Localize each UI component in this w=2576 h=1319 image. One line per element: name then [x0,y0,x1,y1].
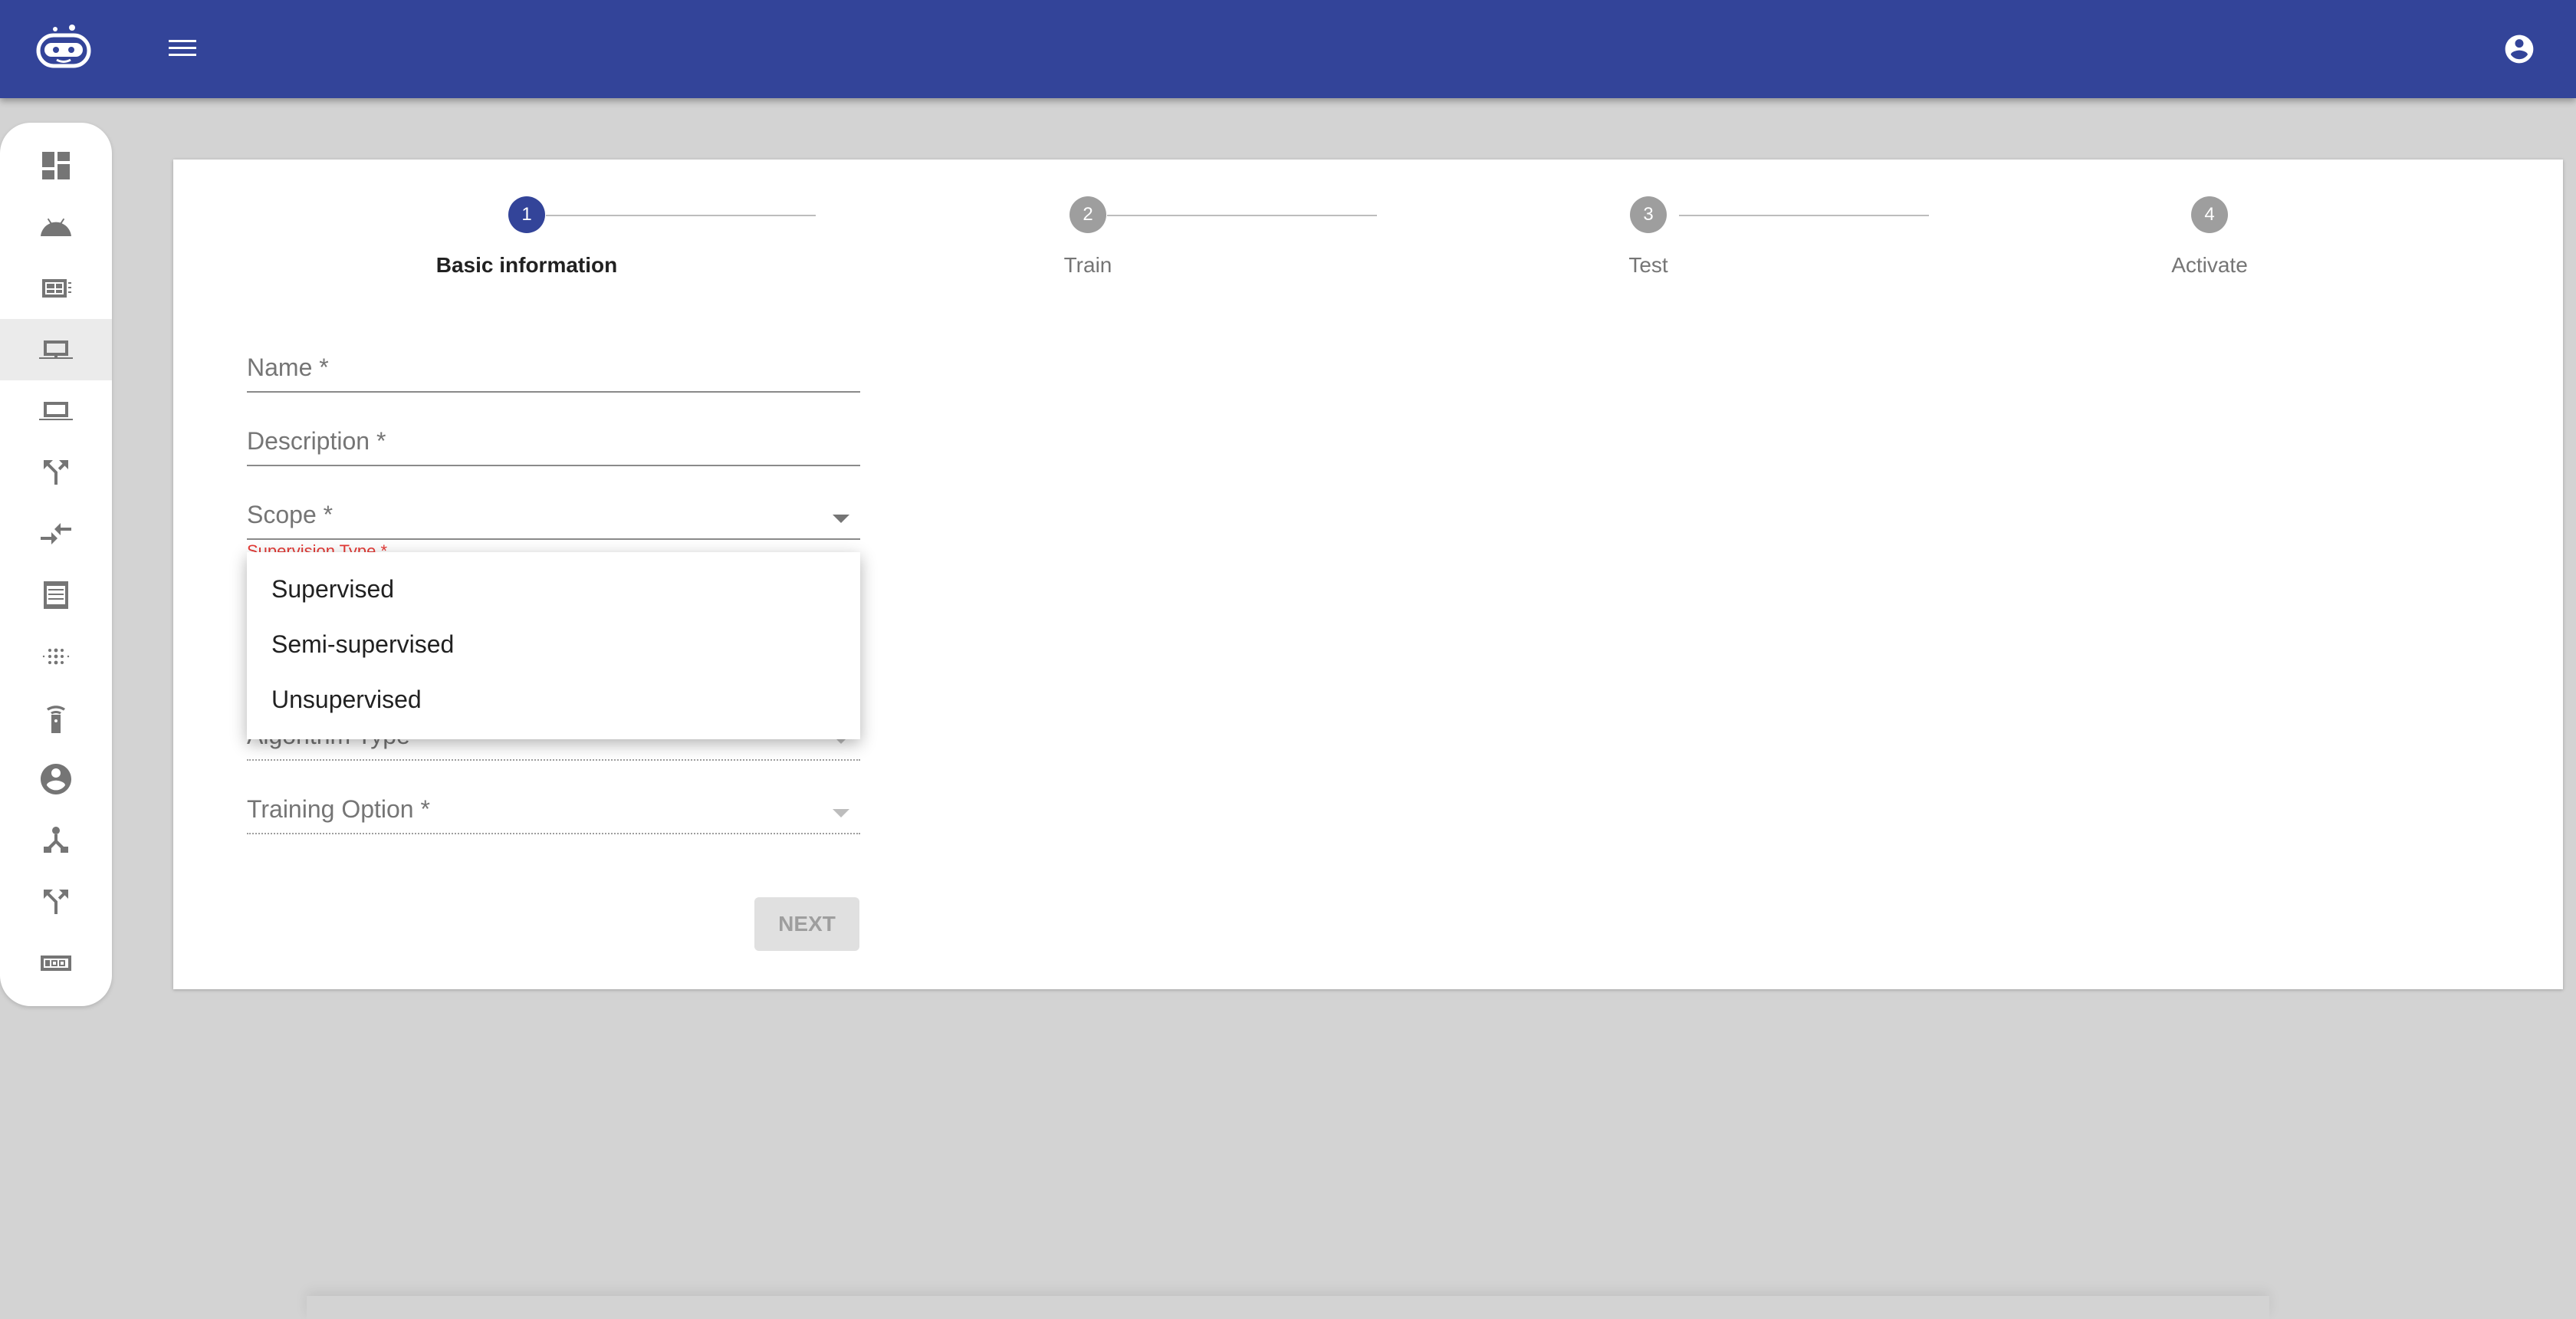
dashboard-icon [42,152,70,179]
step-number: 1 [508,196,545,233]
step-activate[interactable]: 4 Activate [2056,196,2363,278]
hamburger-menu-icon[interactable] [166,35,199,61]
description-label: Description * [247,427,386,455]
robot-face-icon[interactable] [35,23,92,74]
receipt-icon [44,581,68,609]
sidebar-item-laptop[interactable] [0,319,112,380]
sidebar-item-split[interactable] [0,442,112,503]
app-header [0,0,2576,98]
step-label: Activate [2171,253,2248,277]
laptop-outline-icon [39,402,73,420]
sidebar-item-counter[interactable] [0,933,112,994]
step-train[interactable]: 2 Train [935,196,1241,278]
next-button[interactable]: NEXT [754,897,859,951]
step-label: Basic information [435,253,618,277]
sidebar-nav [0,123,112,1006]
step-number: 3 [1630,196,1667,233]
name-field[interactable]: Name * [247,344,860,393]
remote-icon [47,706,65,733]
scope-select[interactable]: Scope * [247,491,860,540]
step-label: Test [1628,253,1668,277]
description-field[interactable]: Description * [247,417,860,466]
scope-label: Scope * [247,501,334,528]
step-label: Train [1063,253,1112,277]
compare-arrows-icon [41,523,71,544]
call-split-icon [44,460,68,485]
account-circle-icon [41,764,71,794]
sidebar-item-compare[interactable] [0,503,112,564]
supervision-type-dropdown: Supervised Semi-supervised Unsupervised [247,552,860,739]
account-circle-icon[interactable] [2502,32,2536,66]
sidebar-item-receipt[interactable] [0,564,112,626]
call-split-icon [44,890,68,914]
sidebar-item-android[interactable] [0,196,112,258]
training-option-label: Training Option * [247,795,430,823]
training-option-select[interactable]: Training Option * [247,785,860,834]
sidebar-item-account[interactable] [0,748,112,810]
sidebar-item-dashboard[interactable] [0,135,112,196]
device-hub-icon [44,827,68,853]
chevron-down-icon [833,809,849,817]
option-semi-supervised[interactable]: Semi-supervised [247,617,860,672]
blur-icon [42,648,70,665]
laptop-icon [39,340,73,359]
sidebar-item-blur[interactable] [0,626,112,687]
step-test[interactable]: 3 Test [1495,196,1802,278]
sidebar-item-hub[interactable] [0,810,112,871]
step-basic-information[interactable]: 1 Basic information [373,196,680,278]
sidebar-item-split-2[interactable] [0,871,112,933]
counter-icon [41,956,71,971]
android-icon [41,218,71,236]
supervision-type-label: Supervision Type * [247,541,388,552]
sidebar-item-laptop-outline[interactable] [0,380,112,442]
sidebar-item-remote[interactable] [0,687,112,748]
option-unsupervised[interactable]: Unsupervised [247,672,860,727]
chevron-down-icon [833,515,849,523]
step-number: 4 [2191,196,2228,233]
name-label: Name * [247,354,329,381]
sidebar-item-chip[interactable] [0,258,112,319]
step-number: 2 [1070,196,1106,233]
bottom-shadow [307,1296,2269,1319]
option-supervised[interactable]: Supervised [247,561,860,617]
chip-icon [42,279,71,298]
